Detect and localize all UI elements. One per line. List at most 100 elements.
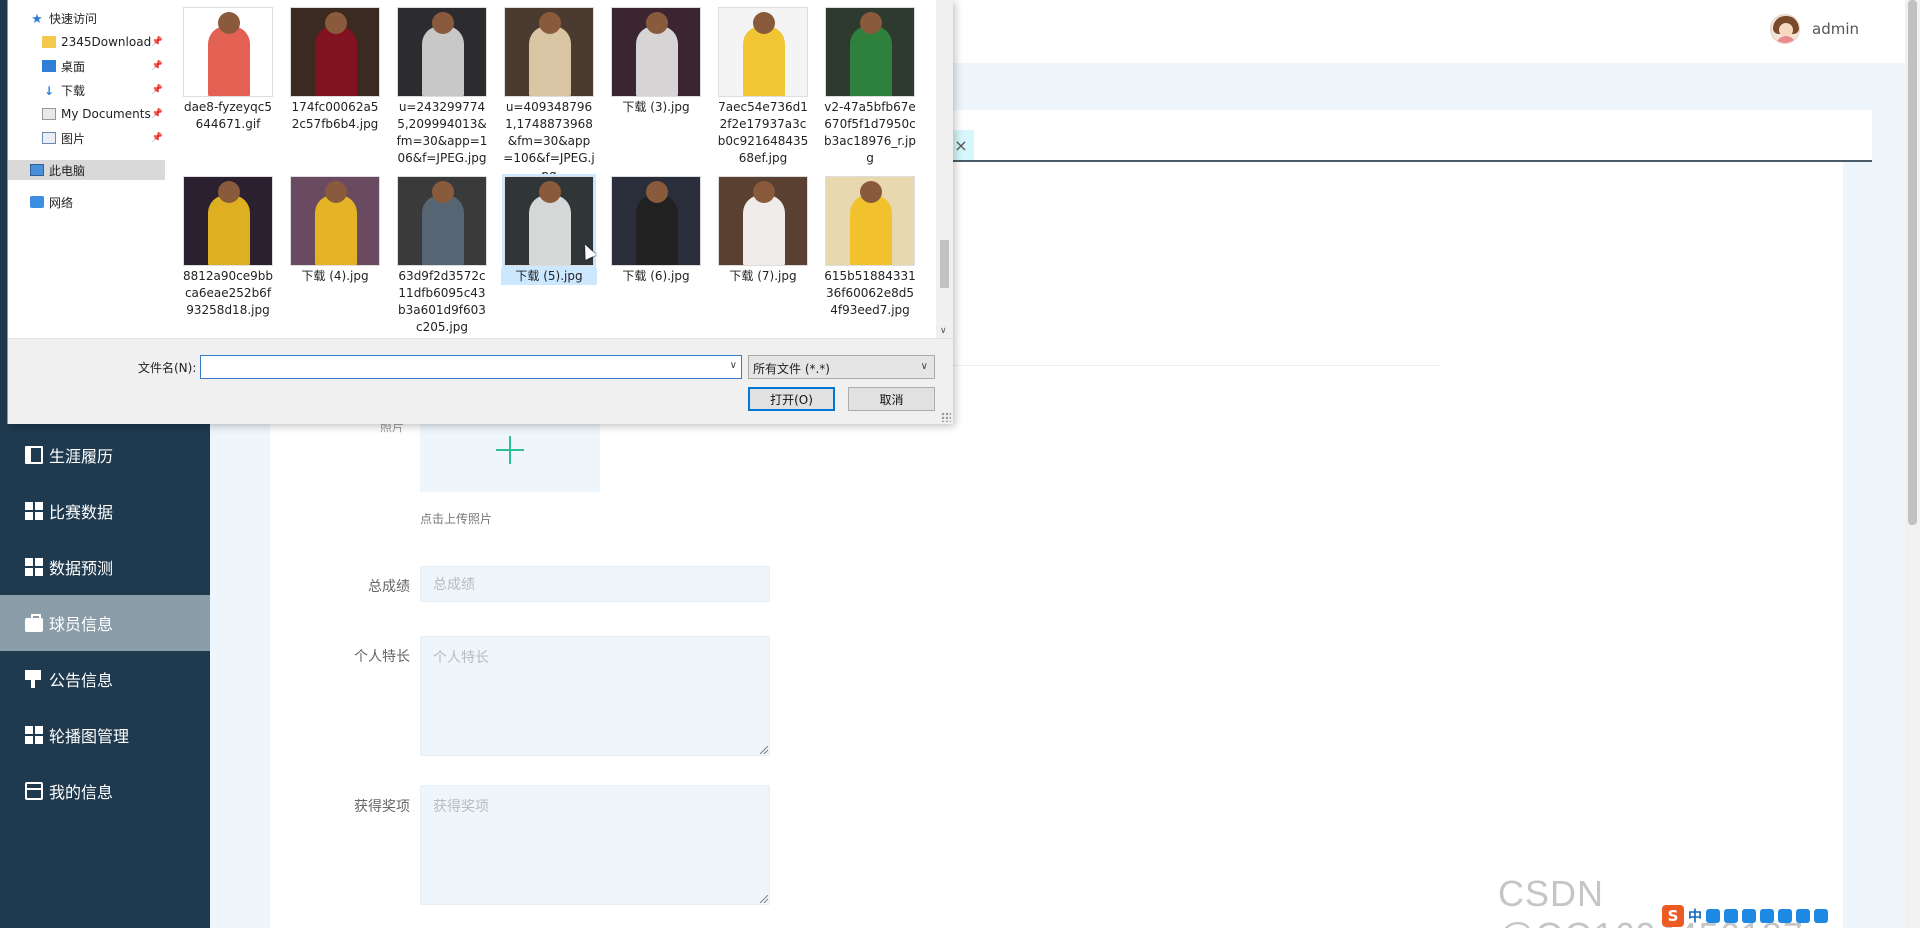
nav-item-0[interactable]: ★ 快速访问 — [8, 8, 163, 28]
file-thumbnail[interactable] — [502, 174, 596, 268]
sidebar-item-label: 轮播图管理 — [49, 727, 130, 746]
star-icon: ★ — [31, 12, 43, 27]
settings-icon[interactable] — [1814, 909, 1828, 923]
ime-mode[interactable]: 中 — [1688, 906, 1702, 926]
ime-toolbar[interactable]: S 中 — [1662, 904, 1905, 928]
file-item[interactable]: 7aec54e736d12f2e17937a3cb0c92164843568ef… — [715, 0, 811, 167]
nav-item-4[interactable]: My Documents 📌 — [8, 104, 163, 124]
grid-icon — [25, 502, 43, 520]
sidebar-item-0[interactable]: 生涯履历 — [0, 427, 210, 483]
file-thumbnail[interactable] — [183, 176, 273, 266]
divider — [950, 365, 1440, 366]
scroll-down-icon[interactable]: ∨ — [940, 326, 947, 336]
nav-item-1[interactable]: 2345Download 📌 — [8, 32, 163, 52]
photo-upload-button[interactable] — [420, 418, 600, 492]
punctuation-icon[interactable] — [1706, 909, 1720, 923]
chevron-down-icon[interactable]: ∨ — [730, 360, 737, 371]
file-item[interactable]: 63d9f2d3572c11dfb6095c43b3a601d9f603c205… — [394, 169, 490, 336]
specialty-textarea[interactable]: 个人特长 — [420, 636, 770, 756]
file-thumbnail[interactable] — [825, 176, 915, 266]
page-scrollbar-thumb[interactable] — [1908, 0, 1917, 525]
file-thumbnail[interactable] — [504, 7, 594, 97]
sidebar-item-1[interactable]: 比赛数据 — [0, 483, 210, 539]
toolbox-icon[interactable] — [1778, 909, 1792, 923]
file-thumbnail[interactable] — [718, 7, 808, 97]
sidebar-item-2[interactable]: 数据预测 — [0, 539, 210, 595]
nav-item-label: 图片 — [61, 131, 86, 146]
file-thumbnail[interactable] — [397, 176, 487, 266]
resize-grip[interactable] — [941, 412, 951, 422]
file-item[interactable]: 下载 (3).jpg — [608, 0, 704, 116]
awards-textarea[interactable]: 获得奖项 — [420, 785, 770, 905]
nav-item-5[interactable]: 图片 📌 — [8, 128, 163, 148]
open-button[interactable]: 打开(O) — [748, 387, 835, 411]
grid-icon[interactable] — [1796, 909, 1810, 923]
dialog-scrollbar-thumb[interactable] — [940, 240, 949, 288]
nav-item-label: 网络 — [49, 195, 74, 210]
nav-item-3[interactable]: ↓ 下载 📌 — [8, 80, 163, 100]
page-scrollbar[interactable] — [1905, 0, 1920, 928]
filename-label: 文件名(N): — [138, 361, 197, 375]
filename-input[interactable]: ∨ — [200, 355, 742, 379]
download-icon: ↓ — [43, 84, 55, 98]
pin-icon: 📌 — [151, 109, 163, 119]
sidebar-item-6[interactable]: 我的信息 — [0, 763, 210, 819]
file-thumbnail[interactable] — [397, 7, 487, 97]
file-name: v2-47a5bfb67e670f5f1d7950cb3ac18976_r.jp… — [824, 100, 916, 165]
sidebar-item-4[interactable]: 公告信息 — [0, 651, 210, 707]
resize-handle[interactable] — [760, 746, 768, 754]
total-score-input[interactable]: 总成绩 — [420, 566, 770, 602]
nav-item-2[interactable]: 桌面 📌 — [8, 56, 163, 76]
file-item[interactable]: 8812a90ce9bbca6eae252b6f93258d18.jpg — [180, 169, 276, 319]
specialty-placeholder: 个人特长 — [433, 650, 489, 666]
pin-icon: 📌 — [151, 37, 163, 47]
documents-icon — [42, 108, 56, 120]
microphone-icon[interactable] — [1724, 909, 1738, 923]
file-type-select[interactable]: 所有文件 (*.*) ∨ — [748, 355, 935, 379]
dialog-scrollbar[interactable]: ∨ — [936, 0, 953, 338]
sidebar-item-label: 公告信息 — [49, 671, 114, 690]
pin-icon: 📌 — [151, 61, 163, 71]
file-thumbnail[interactable] — [611, 7, 701, 97]
chevron-down-icon[interactable]: ∨ — [921, 361, 928, 372]
cancel-button[interactable]: 取消 — [848, 387, 935, 411]
file-thumbnail[interactable] — [290, 7, 380, 97]
file-item[interactable]: 174fc00062a52c57fb6b4.jpg — [287, 0, 383, 133]
sidebar-item-label: 球员信息 — [49, 615, 114, 634]
file-name: 7aec54e736d12f2e17937a3cb0c92164843568ef… — [717, 100, 809, 165]
file-item[interactable]: 下载 (7).jpg — [715, 169, 811, 285]
file-item[interactable]: 下载 (5).jpg — [501, 169, 597, 285]
briefcase-icon — [25, 614, 43, 632]
file-item[interactable]: 615b5188433136f60062e8d54f93eed7.jpg — [822, 169, 918, 319]
nav-item-label: 2345Download — [61, 35, 152, 49]
dialog-footer: 文件名(N): ∨ 所有文件 (*.*) ∨ 打开(O) 取消 — [8, 338, 953, 424]
sogou-logo-icon[interactable]: S — [1662, 905, 1684, 927]
dialog-nav-pane: ★ 快速访问 2345Download 📌 桌面 📌 ↓ 下载 📌 My Documents 📌 图片… — [8, 0, 168, 338]
file-thumbnail[interactable] — [825, 7, 915, 97]
resize-handle[interactable] — [760, 895, 768, 903]
avatar[interactable] — [1770, 14, 1800, 44]
file-thumbnail[interactable] — [718, 176, 808, 266]
keyboard-icon[interactable] — [1742, 909, 1756, 923]
nav-item-label: My Documents — [61, 107, 151, 121]
file-name: 下载 (4).jpg — [301, 269, 369, 283]
user-menu[interactable]: admin — [1770, 14, 1859, 44]
sidebar-item-3[interactable]: 球员信息 — [0, 595, 210, 651]
file-item[interactable]: 下载 (6).jpg — [608, 169, 704, 285]
file-name: 8812a90ce9bbca6eae252b6f93258d18.jpg — [182, 269, 273, 317]
file-item[interactable]: v2-47a5bfb67e670f5f1d7950cb3ac18976_r.jp… — [822, 0, 918, 167]
file-thumbnail[interactable] — [183, 7, 273, 97]
nav-item-6[interactable]: 此电脑 — [8, 160, 165, 180]
nav-item-7[interactable]: 网络 — [8, 192, 163, 212]
sidebar-item-5[interactable]: 轮播图管理 — [0, 707, 210, 763]
skin-icon[interactable] — [1760, 909, 1774, 923]
file-item[interactable]: u=2432997745,209994013&fm=30&app=106&f=J… — [394, 0, 490, 167]
sidebar-item-label: 比赛数据 — [49, 503, 114, 522]
file-name: 63d9f2d3572c11dfb6095c43b3a601d9f603c205… — [398, 269, 486, 334]
file-thumbnail[interactable] — [611, 176, 701, 266]
file-thumbnail[interactable] — [290, 176, 380, 266]
file-item[interactable]: 下载 (4).jpg — [287, 169, 383, 285]
username[interactable]: admin — [1812, 20, 1859, 38]
file-item[interactable]: u=4093487961,1748873968&fm=30&app=106&f=… — [501, 0, 597, 184]
file-item[interactable]: dae8-fyzeyqc5644671.gif — [180, 0, 276, 133]
